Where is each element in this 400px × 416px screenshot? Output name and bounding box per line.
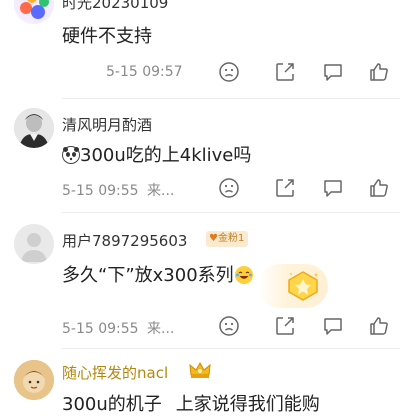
divider — [62, 212, 400, 213]
fan-badge: ♥金粉1 — [206, 231, 249, 247]
comment-item: 用户7897295603 ♥金粉1 多久“下”放x300系列 5-15 09:5… — [0, 214, 400, 349]
comment-text-continued: 上家说得我们能购 — [175, 394, 320, 415]
username[interactable]: 随心挥发的nacl — [62, 362, 168, 383]
comment-item: 随心挥发的nacl 300u的机子 上家说得我们能购 — [0, 352, 400, 415]
comment-actions — [200, 177, 400, 201]
divider — [62, 348, 400, 349]
dislike-face-icon[interactable] — [218, 315, 240, 337]
comment-time: 5-15 09:55 来... — [62, 318, 174, 338]
laughing-emoji-icon — [234, 266, 253, 284]
like-icon[interactable] — [368, 177, 390, 199]
portrait-avatar-icon — [14, 108, 54, 148]
username[interactable]: 用户7897295603 — [62, 230, 187, 251]
share-icon[interactable] — [274, 315, 296, 337]
avatar[interactable] — [14, 108, 54, 148]
comment-text-body: 300u吃的上4klive吗 — [80, 145, 252, 166]
username[interactable]: 时光20230109 — [62, 0, 168, 13]
comment-text: 多久“下”放x300系列 — [62, 261, 253, 287]
vip-crown-icon — [189, 361, 211, 378]
comment-icon[interactable] — [322, 315, 344, 337]
share-icon[interactable] — [274, 177, 296, 199]
comment-text: 300u的机子 上家说得我们能购 — [62, 390, 320, 416]
comment-time: 5-15 09:57 — [106, 64, 183, 80]
comment-time: 5-15 09:55 来... — [62, 180, 174, 200]
comment-time-value: 5-15 09:55 — [62, 321, 139, 337]
username[interactable]: 清风明月酌酒 — [62, 114, 152, 135]
share-icon[interactable] — [274, 61, 296, 83]
avatar[interactable] — [14, 360, 54, 400]
like-icon[interactable] — [368, 61, 390, 83]
gold-medal-icon — [288, 271, 318, 301]
comment-actions — [200, 61, 400, 85]
comment-text-body: 多久“下”放x300系列 — [62, 265, 234, 286]
cartoon-avatar-icon — [14, 360, 54, 400]
comment-source: 来... — [147, 183, 175, 199]
like-icon[interactable] — [368, 315, 390, 337]
avatar[interactable] — [14, 224, 54, 264]
fan-badge-label: 金粉1 — [217, 233, 245, 244]
dislike-face-icon[interactable] — [218, 177, 240, 199]
comment-item: 清风明月酌酒 300u吃的上4klive吗 5-15 09:55 来... — [0, 100, 400, 213]
default-avatar-icon — [14, 224, 54, 264]
panda-emoji-icon — [62, 146, 80, 164]
avatar[interactable] — [14, 0, 54, 24]
comment-text: 300u吃的上4klive吗 — [62, 141, 251, 167]
comment-text-body: 300u的机子 — [62, 394, 162, 415]
dislike-face-icon[interactable] — [218, 61, 240, 83]
comment-source: 来... — [147, 321, 175, 337]
divider — [62, 98, 400, 99]
comment-text: 硬件不支持 — [62, 26, 152, 47]
comment-item: 时光20230109 硬件不支持 5-15 09:57 — [0, 0, 400, 100]
comment-icon[interactable] — [322, 61, 344, 83]
comment-time-value: 5-15 09:55 — [62, 183, 139, 199]
comment-icon[interactable] — [322, 177, 344, 199]
colorful-circles-avatar-icon — [14, 0, 54, 24]
heart-icon: ♥ — [209, 233, 218, 244]
comment-actions — [200, 315, 400, 339]
